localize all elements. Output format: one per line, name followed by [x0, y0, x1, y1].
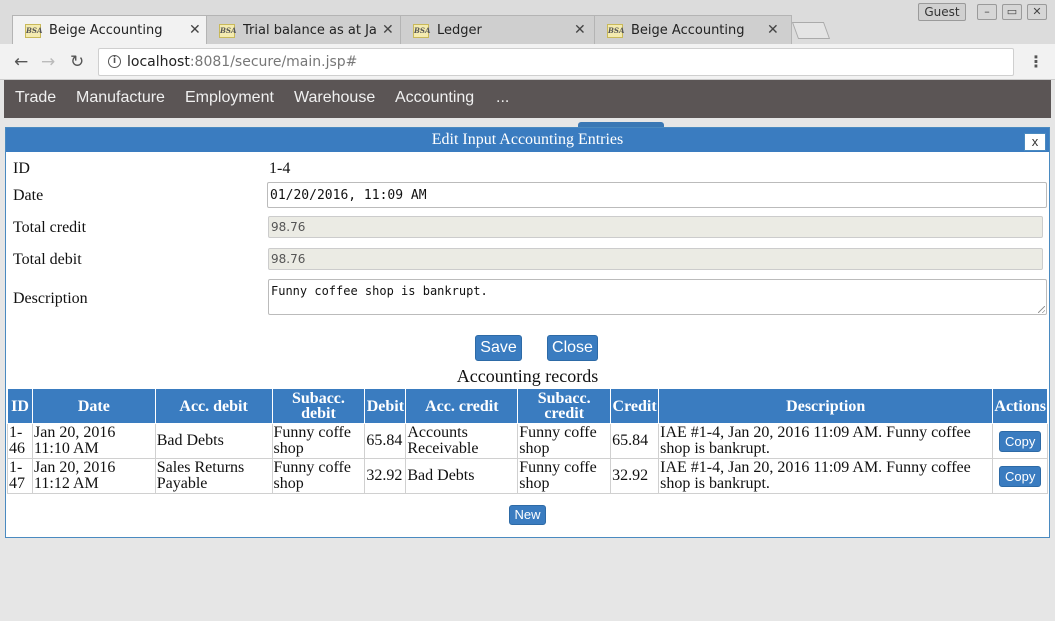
copy-button[interactable]: Copy [998, 430, 1042, 452]
browser-tab-beige-accounting[interactable]: BSA Beige Accounting ✕ [12, 15, 208, 45]
dialog-title: Edit Input Accounting Entries [6, 128, 1049, 152]
cell-debit: 65.84 [364, 423, 407, 459]
new-tab-button[interactable] [791, 22, 831, 39]
cell-subacc-debit: Funny coffe shop [271, 423, 366, 459]
menu-item-more[interactable]: ... [496, 89, 509, 107]
date-field[interactable]: 01/20/2016, 11:09 AM [267, 182, 1047, 208]
cell-id: 1-46 [7, 423, 33, 459]
cell-id: 1-47 [7, 458, 33, 494]
more-menu-icon[interactable]: ⋮ [1028, 52, 1044, 71]
cell-credit: 65.84 [610, 423, 660, 459]
description-textarea[interactable]: Funny coffee shop is bankrupt. [268, 279, 1047, 315]
close-icon[interactable]: ✕ [382, 22, 394, 38]
column-header-actions: Actions [992, 388, 1048, 424]
column-header-acc-credit: Acc. credit [405, 388, 519, 424]
total-credit-label: Total credit [13, 219, 87, 236]
id-value: 1-4 [269, 160, 291, 177]
new-record-button[interactable]: New [509, 505, 546, 525]
browser-toolbar: ← → ↻ i localhost:8081/secure/main.jsp# … [0, 44, 1055, 80]
close-icon[interactable]: ✕ [767, 22, 779, 38]
cell-credit: 32.92 [610, 458, 660, 494]
menu-item-employment[interactable]: Employment [185, 89, 274, 107]
cell-actions: Copy [992, 423, 1048, 459]
records-title: Accounting records [456, 366, 599, 386]
profile-button[interactable]: Guest [918, 3, 966, 21]
url-host: localhost [127, 54, 190, 70]
column-header-date: Date [31, 388, 156, 424]
cell-date: Jan 20, 2016 11:10 AM [31, 423, 156, 459]
cell-subacc-credit: Funny coffe shop [517, 423, 612, 459]
tab-title: Trial balance as at Ja [243, 23, 377, 38]
tab-title: Ledger [437, 23, 482, 38]
edit-entries-dialog: Edit Input Accounting Entries x ID 1-4 D… [5, 127, 1050, 538]
browser-tab-ledger[interactable]: BSA Ledger ✕ [400, 15, 598, 45]
browser-tabstrip: BSA Beige Accounting ✕ BSA Trial balance… [0, 0, 1055, 45]
cell-debit: 32.92 [364, 458, 407, 494]
column-header-debit: Debit [364, 388, 407, 424]
id-label: ID [13, 160, 30, 177]
menu-item-accounting[interactable]: Accounting [395, 89, 474, 107]
table-header-row: ID Date Acc. debit Subacc. debit Debit A… [7, 388, 1048, 424]
column-header-acc-debit: Acc. debit [154, 388, 273, 424]
close-icon[interactable]: ✕ [574, 22, 586, 38]
cell-actions: Copy [992, 458, 1048, 494]
table-row: 1-46 Jan 20, 2016 11:10 AM Bad Debts Fun… [7, 423, 1048, 459]
close-window-icon[interactable]: ✕ [1027, 4, 1047, 20]
date-label: Date [13, 187, 44, 204]
column-header-description: Description [658, 388, 994, 424]
forward-icon[interactable]: → [41, 52, 55, 72]
total-debit-field: 98.76 [268, 248, 1043, 270]
column-header-subacc-debit: Subacc. debit [271, 388, 366, 424]
total-debit-label: Total debit [13, 251, 82, 268]
app-menubar: Trade Manufacture Employment Warehouse A… [4, 80, 1051, 118]
menu-item-trade[interactable]: Trade [15, 89, 56, 107]
favicon-icon: BSA [219, 24, 236, 38]
url-text: localhost:8081/secure/main.jsp# [127, 54, 357, 70]
copy-button[interactable]: Copy [998, 465, 1042, 487]
close-icon[interactable]: ✕ [189, 22, 201, 38]
column-header-subacc-credit: Subacc. credit [517, 388, 612, 424]
info-icon[interactable]: i [108, 55, 121, 68]
cell-acc-debit: Bad Debts [154, 423, 273, 459]
save-button[interactable]: Save [475, 335, 522, 361]
back-icon[interactable]: ← [14, 52, 28, 72]
tab-title: Beige Accounting [49, 23, 163, 38]
address-bar[interactable]: i localhost:8081/secure/main.jsp# [98, 48, 1014, 76]
url-path: :8081/secure/main.jsp# [189, 54, 358, 70]
accounting-records-table: ID Date Acc. debit Subacc. debit Debit A… [7, 388, 1048, 494]
close-button[interactable]: Close [547, 335, 598, 361]
dialog-close-button[interactable]: x [1024, 133, 1046, 151]
resize-grip-icon[interactable] [1038, 306, 1045, 313]
menu-item-warehouse[interactable]: Warehouse [294, 89, 375, 107]
cell-acc-debit: Sales Returns Payable [154, 458, 273, 494]
menu-item-manufacture[interactable]: Manufacture [76, 89, 165, 107]
favicon-icon: BSA [413, 24, 430, 38]
cell-description: IAE #1-4, Jan 20, 2016 11:09 AM. Funny c… [658, 423, 994, 459]
minimize-icon[interactable]: – [977, 4, 997, 20]
reload-icon[interactable]: ↻ [70, 52, 84, 72]
column-header-credit: Credit [610, 388, 660, 424]
cell-subacc-credit: Funny coffe shop [517, 458, 612, 494]
total-credit-field: 98.76 [268, 216, 1043, 238]
favicon-icon: BSA [607, 24, 624, 38]
description-label: Description [13, 290, 88, 307]
browser-tab-beige-accounting-2[interactable]: BSA Beige Accounting ✕ [594, 15, 792, 45]
cell-date: Jan 20, 2016 11:12 AM [31, 458, 156, 494]
cell-acc-credit: Bad Debts [405, 458, 519, 494]
cell-description: IAE #1-4, Jan 20, 2016 11:09 AM. Funny c… [658, 458, 994, 494]
cell-subacc-debit: Funny coffe shop [271, 458, 366, 494]
table-row: 1-47 Jan 20, 2016 11:12 AM Sales Returns… [7, 458, 1048, 494]
description-text: Funny coffee shop is bankrupt. [271, 284, 488, 298]
maximize-icon[interactable]: ▭ [1002, 4, 1022, 20]
cell-acc-credit: Accounts Receivable [405, 423, 519, 459]
favicon-icon: BSA [25, 24, 42, 38]
tab-title: Beige Accounting [631, 23, 745, 38]
browser-tab-trial-balance[interactable]: BSA Trial balance as at Ja ✕ [206, 15, 404, 45]
column-header-id: ID [7, 388, 33, 424]
